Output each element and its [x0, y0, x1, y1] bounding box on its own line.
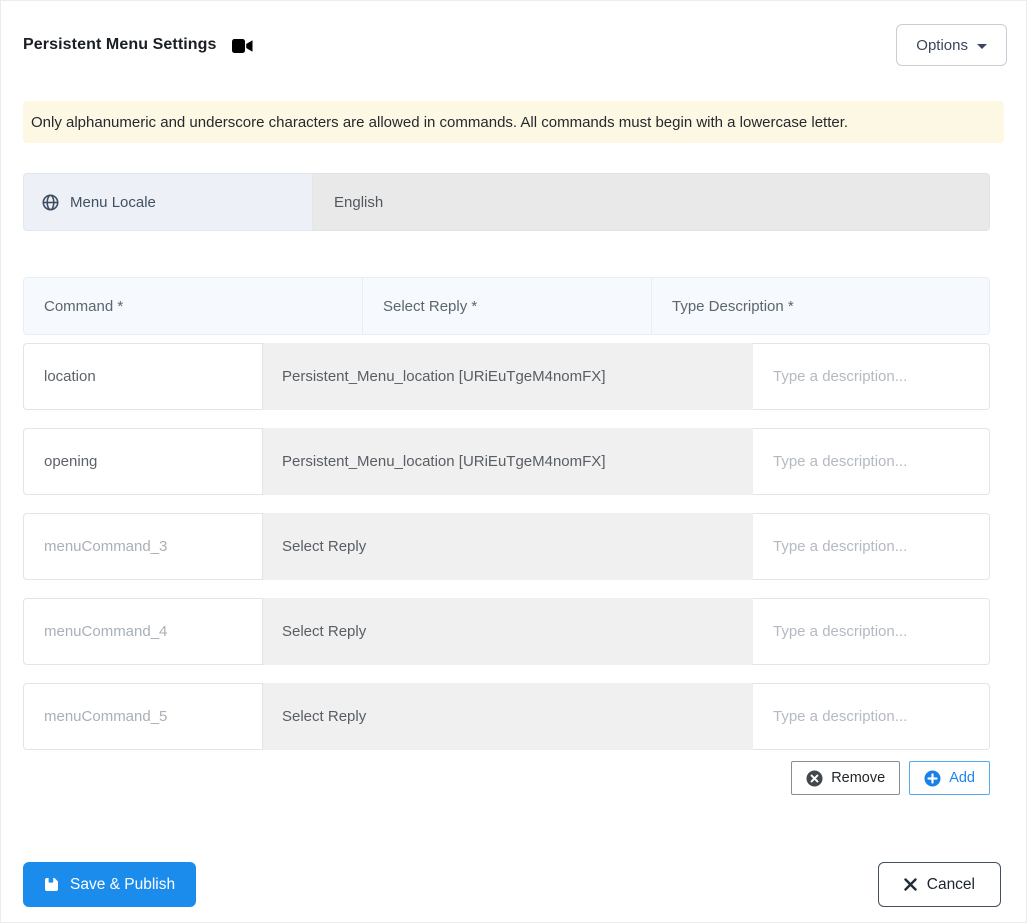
table-rows: Persistent_Menu_location [URiEuTgeM4nomF…: [23, 343, 1004, 750]
footer: Save & Publish Cancel: [23, 862, 1004, 907]
circle-plus-icon: [924, 770, 941, 787]
table-row: Select Reply: [23, 683, 990, 750]
x-icon: [904, 878, 917, 891]
table-row: Persistent_Menu_location [URiEuTgeM4nomF…: [23, 343, 990, 410]
description-input[interactable]: [753, 513, 990, 580]
save-button-label: Save & Publish: [70, 875, 176, 893]
cancel-button[interactable]: Cancel: [877, 862, 1001, 907]
remove-button-label: Remove: [831, 770, 886, 786]
persistent-menu-settings-panel: Persistent Menu Settings Options Only al…: [0, 0, 1027, 923]
table-row: Select Reply: [23, 513, 990, 580]
reply-select[interactable]: Persistent_Menu_location [URiEuTgeM4nomF…: [263, 428, 753, 495]
reply-select[interactable]: Select Reply: [263, 513, 753, 580]
menu-locale-group: Menu Locale English: [23, 173, 990, 231]
title-wrap: Persistent Menu Settings: [23, 36, 253, 54]
circle-x-icon: [806, 770, 823, 787]
row-actions: Remove Add: [23, 761, 990, 795]
menu-locale-label: Menu Locale: [23, 173, 313, 231]
reply-select[interactable]: Select Reply: [263, 683, 753, 750]
table-row: Select Reply: [23, 598, 990, 665]
cancel-button-label: Cancel: [926, 875, 975, 893]
command-input[interactable]: [23, 598, 263, 665]
description-input[interactable]: [753, 683, 990, 750]
options-button[interactable]: Options: [896, 24, 1007, 66]
reply-select[interactable]: Select Reply: [263, 598, 753, 665]
command-input[interactable]: [23, 428, 263, 495]
menu-locale-value[interactable]: English: [313, 173, 990, 231]
description-input[interactable]: [753, 428, 990, 495]
alert-banner: Only alphanumeric and underscore charact…: [23, 101, 1004, 143]
description-input[interactable]: [753, 343, 990, 410]
options-button-label: Options: [916, 36, 968, 54]
column-header-type-description: Type Description *: [672, 297, 794, 315]
reply-select[interactable]: Persistent_Menu_location [URiEuTgeM4nomF…: [263, 343, 753, 410]
alert-text: Only alphanumeric and underscore charact…: [31, 113, 849, 131]
save-publish-button[interactable]: Save & Publish: [23, 862, 197, 907]
column-header-select-reply: Select Reply *: [363, 278, 652, 334]
command-input[interactable]: [23, 683, 263, 750]
command-input[interactable]: [23, 343, 263, 410]
table-header: Command * Select Reply * Type Descriptio…: [23, 277, 990, 335]
command-input[interactable]: [23, 513, 263, 580]
globe-icon: [42, 194, 59, 211]
floppy-disk-icon: [44, 877, 59, 892]
column-header-command: Command *: [24, 278, 363, 334]
top-bar: Persistent Menu Settings Options: [23, 24, 1007, 66]
caret-down-icon: [977, 43, 987, 49]
remove-button[interactable]: Remove: [791, 761, 901, 795]
add-button-label: Add: [949, 770, 975, 786]
table-row: Persistent_Menu_location [URiEuTgeM4nomF…: [23, 428, 990, 495]
menu-locale-label-text: Menu Locale: [70, 193, 156, 211]
page-title: Persistent Menu Settings: [23, 36, 217, 53]
video-camera-icon: [231, 39, 253, 53]
add-button[interactable]: Add: [909, 761, 990, 795]
description-input[interactable]: [753, 598, 990, 665]
